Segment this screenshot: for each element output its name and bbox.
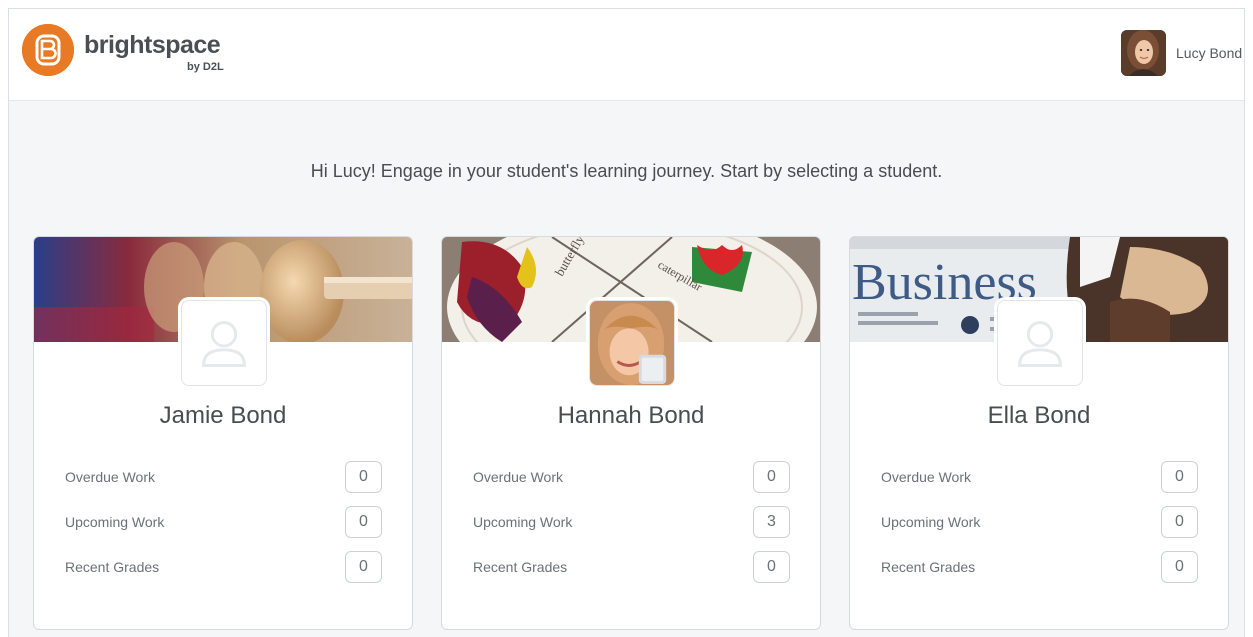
student-avatar-placeholder[interactable] <box>997 300 1083 386</box>
stat-label: Recent Grades <box>65 559 160 575</box>
stat-label: Upcoming Work <box>881 514 981 530</box>
stat-label: Overdue Work <box>473 469 563 485</box>
brand-subtitle: by D2L <box>187 61 224 73</box>
stat-row-grades[interactable]: Recent Grades 0 <box>881 551 1198 583</box>
stat-count-badge[interactable]: 0 <box>1161 506 1198 538</box>
stat-count-badge[interactable]: 3 <box>753 506 790 538</box>
stat-count-badge[interactable]: 0 <box>345 461 382 493</box>
top-navbar: brightspace by D2L Lucy Bond <box>9 9 1244 101</box>
stat-row-upcoming[interactable]: Upcoming Work 0 <box>65 506 382 538</box>
stat-label: Upcoming Work <box>65 514 165 530</box>
student-card-jamie[interactable]: Jamie Bond Overdue Work 0 Upcoming Work … <box>33 236 413 630</box>
stat-row-upcoming[interactable]: Upcoming Work 0 <box>881 506 1198 538</box>
stat-count-badge[interactable]: 0 <box>1161 461 1198 493</box>
user-silhouette-icon <box>202 321 246 367</box>
stat-label: Overdue Work <box>881 469 971 485</box>
stat-row-overdue[interactable]: Overdue Work 0 <box>473 461 790 493</box>
student-name[interactable]: Jamie Bond <box>34 402 412 430</box>
student-name[interactable]: Ella Bond <box>850 402 1228 430</box>
stat-count-badge[interactable]: 0 <box>1161 551 1198 583</box>
stat-count-badge[interactable]: 0 <box>345 551 382 583</box>
user-name[interactable]: Lucy Bond <box>1176 45 1242 61</box>
brand-name: brightspace <box>84 31 221 59</box>
stat-label: Overdue Work <box>65 469 155 485</box>
student-card-ella[interactable]: Business Ella Bond Overdue Work 0 Upcomi… <box>849 236 1229 630</box>
page-frame: brightspace by D2L Lucy Bond Hi Lucy! En… <box>8 8 1245 637</box>
user-avatar[interactable] <box>1121 30 1166 76</box>
user-silhouette-icon <box>1018 321 1062 367</box>
stat-label: Recent Grades <box>473 559 568 575</box>
stat-row-upcoming[interactable]: Upcoming Work 3 <box>473 506 790 538</box>
stat-count-badge[interactable]: 0 <box>753 461 790 493</box>
intro-message: Hi Lucy! Engage in your student's learni… <box>310 161 943 181</box>
stat-label: Upcoming Work <box>473 514 573 530</box>
stat-count-badge[interactable]: 0 <box>345 506 382 538</box>
stat-row-overdue[interactable]: Overdue Work 0 <box>881 461 1198 493</box>
stat-row-grades[interactable]: Recent Grades 0 <box>65 551 382 583</box>
stat-count-badge[interactable]: 0 <box>753 551 790 583</box>
stat-row-overdue[interactable]: Overdue Work 0 <box>65 461 382 493</box>
student-avatar-placeholder[interactable] <box>181 300 267 386</box>
student-avatar-photo[interactable] <box>589 300 675 386</box>
student-name[interactable]: Hannah Bond <box>442 402 820 430</box>
stat-row-grades[interactable]: Recent Grades 0 <box>473 551 790 583</box>
student-card-hannah[interactable]: butterfly caterpillar Hannah Bond Overdu… <box>441 236 821 630</box>
stat-label: Recent Grades <box>881 559 976 575</box>
brightspace-logo-icon[interactable] <box>22 24 74 76</box>
